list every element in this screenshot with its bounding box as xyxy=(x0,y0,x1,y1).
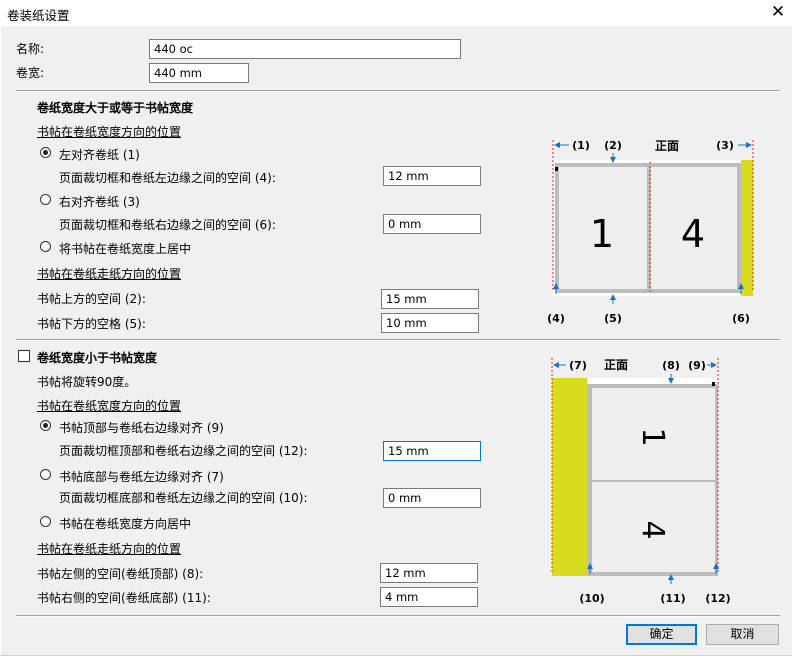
separator-middle xyxy=(16,339,780,341)
page-1-rotated-number: 1 xyxy=(635,427,670,446)
narrow-roll-checkbox[interactable] xyxy=(18,350,30,362)
bottom-space-input[interactable]: 10 mm xyxy=(381,313,479,333)
section2-feed-heading: 书帖在卷纸走纸方向的位置 xyxy=(37,542,182,556)
name-input[interactable]: 440 oc xyxy=(149,39,461,59)
separator-bottom xyxy=(16,615,780,617)
rotate-note: 书帖将旋转90度。 xyxy=(37,375,137,389)
roll-margin-left xyxy=(552,378,587,576)
callout-6: (6) xyxy=(732,312,750,325)
left-space-label: 页面裁切框和卷纸左边缘之间的空间 (4): xyxy=(59,171,276,185)
front-label: 正面 xyxy=(655,139,679,153)
name-label: 名称: xyxy=(16,42,45,56)
callout-8: (8) xyxy=(662,359,680,372)
radio-align-left-label[interactable]: 左对齐卷纸 (1) xyxy=(59,146,140,163)
bottom-edge-space-label: 页面裁切框底部和卷纸左边缘之间的空间 (10): xyxy=(59,491,308,505)
callout-5: (5) xyxy=(604,312,622,325)
corner-mark xyxy=(555,167,558,171)
radio-center-width[interactable] xyxy=(40,516,51,527)
window-title: 卷装纸设置 xyxy=(7,8,70,23)
top-edge-space-input[interactable]: 15 mm xyxy=(383,441,481,461)
callout-10: (10) xyxy=(579,592,604,605)
callout-4: (4) xyxy=(547,312,565,325)
callout-3: (3) xyxy=(716,139,734,152)
roll-width-input[interactable]: 440 mm xyxy=(149,63,249,83)
top-space-label: 书帖上方的空间 (2): xyxy=(37,292,146,306)
corner-mark-2 xyxy=(712,382,715,386)
radio-top-align-right-label[interactable]: 书帖顶部与卷纸右边缘对齐 (9) xyxy=(59,419,224,436)
radio-center[interactable] xyxy=(40,241,51,252)
radio-center-width-label[interactable]: 书帖在卷纸宽度方向居中 xyxy=(59,515,191,532)
right-space-label: 页面裁切框和卷纸右边缘之间的空间 (6): xyxy=(59,218,276,232)
separator-top xyxy=(16,90,780,92)
callout-11: (11) xyxy=(660,592,685,605)
page-4-rotated-number: 4 xyxy=(635,520,670,539)
roll-margin-right xyxy=(741,160,753,296)
ok-button[interactable]: 确定 xyxy=(626,624,697,645)
section1-title: 卷纸宽度大于或等于书帖宽度 xyxy=(37,101,194,115)
roll-width-label: 卷宽: xyxy=(16,66,45,80)
right-side-space-input[interactable]: 4 mm xyxy=(380,587,478,607)
section2-position-heading: 书帖在卷纸宽度方向的位置 xyxy=(37,399,182,413)
close-icon[interactable]: ✕ xyxy=(768,2,788,22)
callout-1: (1) xyxy=(572,139,590,152)
section2-title[interactable]: 卷纸宽度小于书帖宽度 xyxy=(37,349,157,366)
radio-align-right-label[interactable]: 右对齐卷纸 (3) xyxy=(59,193,140,210)
bottom-edge-space-input[interactable]: 0 mm xyxy=(383,488,481,508)
right-space-input[interactable]: 0 mm xyxy=(383,214,481,234)
title-bar xyxy=(0,0,793,26)
section1-position-heading: 书帖在卷纸宽度方向的位置 xyxy=(37,125,182,139)
left-side-space-label: 书帖左侧的空间(卷纸顶部) (8): xyxy=(37,567,204,581)
left-space-input[interactable]: 12 mm xyxy=(383,166,481,186)
top-space-input[interactable]: 15 mm xyxy=(381,289,479,309)
callout-12: (12) xyxy=(705,592,730,605)
radio-align-right[interactable] xyxy=(40,194,51,205)
diagram-wide-roll: 1 4 正面 (1) (2) (3) (4) (5) (6) xyxy=(547,139,754,325)
radio-top-align-right[interactable] xyxy=(40,420,51,431)
radio-bottom-align-left[interactable] xyxy=(40,469,51,480)
cancel-button[interactable]: 取消 xyxy=(706,624,779,645)
callout-7: (7) xyxy=(569,359,587,372)
diagram-narrow-roll: 1 4 (7) 正面 (8) (9) (10) (11) (12) xyxy=(551,358,731,605)
page-4-number: 4 xyxy=(681,212,705,256)
callout-2: (2) xyxy=(604,139,622,152)
bottom-space-label: 书帖下方的空格 (5): xyxy=(37,317,146,331)
left-side-space-input[interactable]: 12 mm xyxy=(380,563,478,583)
radio-align-left[interactable] xyxy=(40,147,51,158)
front-label-2: 正面 xyxy=(604,358,628,372)
radio-bottom-align-left-label[interactable]: 书帖底部与卷纸左边缘对齐 (7) xyxy=(59,468,224,485)
page-1-number: 1 xyxy=(590,212,614,256)
radio-center-label[interactable]: 将书帖在卷纸宽度上居中 xyxy=(59,240,191,257)
right-side-space-label: 书帖右侧的空间(卷纸底部) (11): xyxy=(37,591,211,605)
callout-9: (9) xyxy=(688,359,706,372)
top-edge-space-label: 页面裁切框顶部和卷纸右边缘之间的空间 (12): xyxy=(59,444,308,458)
section1-feed-heading: 书帖在卷纸走纸方向的位置 xyxy=(37,267,182,281)
